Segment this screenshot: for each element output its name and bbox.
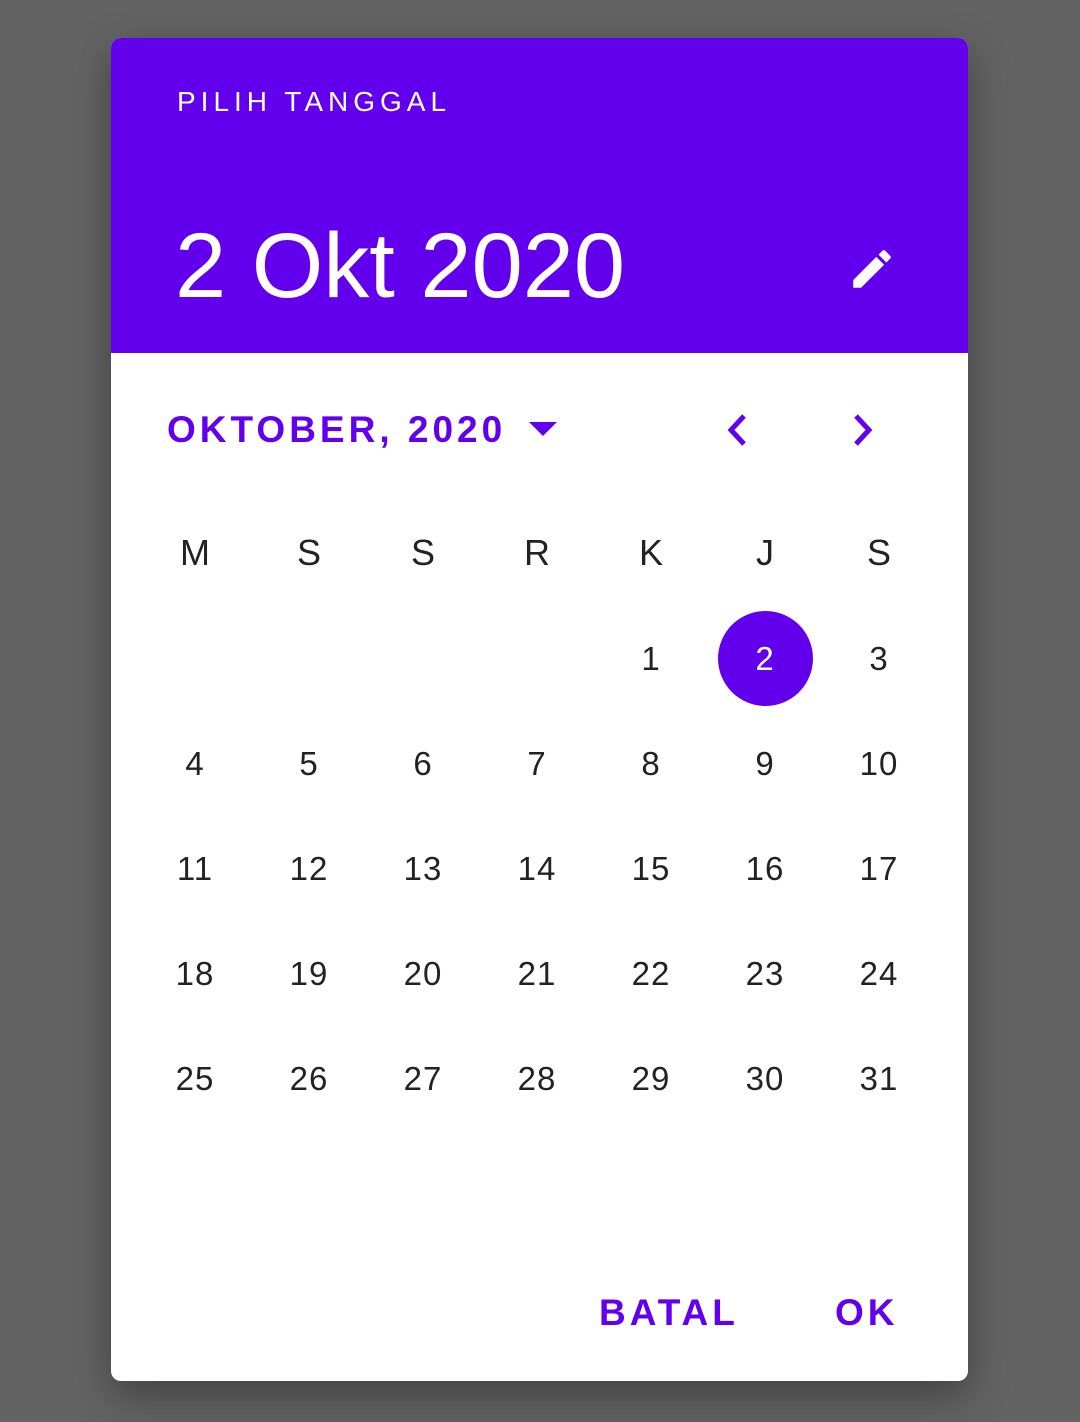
day-number: 31 [859, 1059, 899, 1097]
day-cell[interactable]: 10 [822, 711, 936, 816]
day-number: 2 [755, 639, 775, 677]
empty-day-cell [480, 606, 594, 711]
weekday-label: J [756, 532, 774, 573]
day-number: 26 [289, 1059, 329, 1097]
day-cell[interactable]: 22 [594, 921, 708, 1026]
day-number: 21 [517, 954, 557, 992]
day-number: 27 [403, 1059, 443, 1097]
day-number: 29 [631, 1059, 671, 1097]
weekday-label: M [180, 532, 210, 573]
day-number: 4 [185, 744, 205, 782]
day-number: 9 [755, 744, 775, 782]
day-cell[interactable]: 23 [708, 921, 822, 1026]
month-navigation: OKTOBER, 2020 [111, 390, 968, 470]
day-cell[interactable]: 6 [366, 711, 480, 816]
header-title: PILIH TANGGAL [177, 86, 452, 117]
day-cell[interactable]: 14 [480, 816, 594, 921]
empty-day-cell [252, 606, 366, 711]
weekday-label: S [410, 532, 435, 573]
caret-down-icon [528, 420, 558, 440]
day-cell[interactable]: 8 [594, 711, 708, 816]
date-picker-dialog: PILIH TANGGAL 2 Okt 2020 OKTOBER, 2020 M… [111, 38, 968, 1381]
empty-day-cell [138, 606, 252, 711]
day-number: 11 [176, 849, 214, 887]
chevron-right-icon [854, 414, 873, 446]
weekday-label: S [866, 532, 891, 573]
weekday-label: K [638, 532, 663, 573]
month-year-label: OKTOBER, 2020 [167, 409, 507, 450]
day-cell[interactable]: 15 [594, 816, 708, 921]
weekday-header-row: M S S R K J S [138, 528, 936, 578]
day-number: 13 [403, 849, 443, 887]
day-cell[interactable]: 21 [480, 921, 594, 1026]
day-cell[interactable]: 3 [822, 606, 936, 711]
day-cell[interactable]: 5 [252, 711, 366, 816]
day-number: 7 [527, 744, 547, 782]
day-cell[interactable]: 30 [708, 1026, 822, 1131]
previous-month-button[interactable] [707, 400, 767, 460]
dialog-actions: BATAL OK [111, 1278, 968, 1348]
day-number: 23 [745, 954, 785, 992]
day-cell[interactable]: 27 [366, 1026, 480, 1131]
selected-date-display: 2 Okt 2020 [175, 215, 626, 317]
day-cell[interactable]: 7 [480, 711, 594, 816]
day-cell[interactable]: 20 [366, 921, 480, 1026]
day-cell[interactable]: 12 [252, 816, 366, 921]
day-number: 5 [299, 744, 319, 782]
day-cell[interactable]: 17 [822, 816, 936, 921]
calendar-day-grid: 1 2 3 4 5 6 7 8 9 10 11 12 13 14 15 16 17 18 19 20 21 22 23 24 2… [138, 606, 936, 1131]
day-cell[interactable]: 4 [138, 711, 252, 816]
cancel-button[interactable]: BATAL [599, 1288, 739, 1338]
day-number: 24 [859, 954, 899, 992]
pencil-icon[interactable] [844, 241, 900, 297]
day-cell[interactable]: 16 [708, 816, 822, 921]
day-cell[interactable]: 29 [594, 1026, 708, 1131]
day-cell[interactable]: 28 [480, 1026, 594, 1131]
weekday-label: R [524, 532, 550, 573]
day-cell[interactable]: 13 [366, 816, 480, 921]
day-cell[interactable]: 19 [252, 921, 366, 1026]
weekday-label: S [296, 532, 321, 573]
day-number: 19 [289, 954, 329, 992]
dialog-header: PILIH TANGGAL 2 Okt 2020 [111, 38, 968, 353]
chevron-left-icon [727, 414, 746, 446]
day-cell[interactable]: 11 [138, 816, 252, 921]
day-number: 8 [641, 744, 661, 782]
day-number: 6 [413, 744, 433, 782]
day-number: 28 [517, 1059, 557, 1097]
day-cell[interactable]: 18 [138, 921, 252, 1026]
month-year-selector[interactable]: OKTOBER, 2020 [167, 408, 558, 452]
empty-day-cell [366, 606, 480, 711]
day-number: 12 [289, 849, 329, 887]
day-cell[interactable]: 1 [594, 606, 708, 711]
day-cell[interactable]: 24 [822, 921, 936, 1026]
day-number: 15 [631, 849, 671, 887]
day-number: 10 [859, 744, 899, 782]
next-month-button[interactable] [833, 400, 893, 460]
day-number: 18 [175, 954, 215, 992]
day-number: 30 [745, 1059, 785, 1097]
day-number: 17 [859, 849, 899, 887]
day-number: 22 [631, 954, 671, 992]
day-number: 20 [403, 954, 443, 992]
day-cell[interactable]: 31 [822, 1026, 936, 1131]
day-number: 25 [175, 1059, 215, 1097]
ok-button[interactable]: OK [835, 1288, 899, 1338]
day-number: 16 [745, 849, 785, 887]
day-number: 14 [517, 849, 557, 887]
day-number: 1 [641, 639, 661, 677]
day-cell[interactable]: 25 [138, 1026, 252, 1131]
day-number: 3 [869, 639, 889, 677]
selected-day-cell[interactable]: 2 [708, 606, 822, 711]
day-cell[interactable]: 9 [708, 711, 822, 816]
day-cell[interactable]: 26 [252, 1026, 366, 1131]
